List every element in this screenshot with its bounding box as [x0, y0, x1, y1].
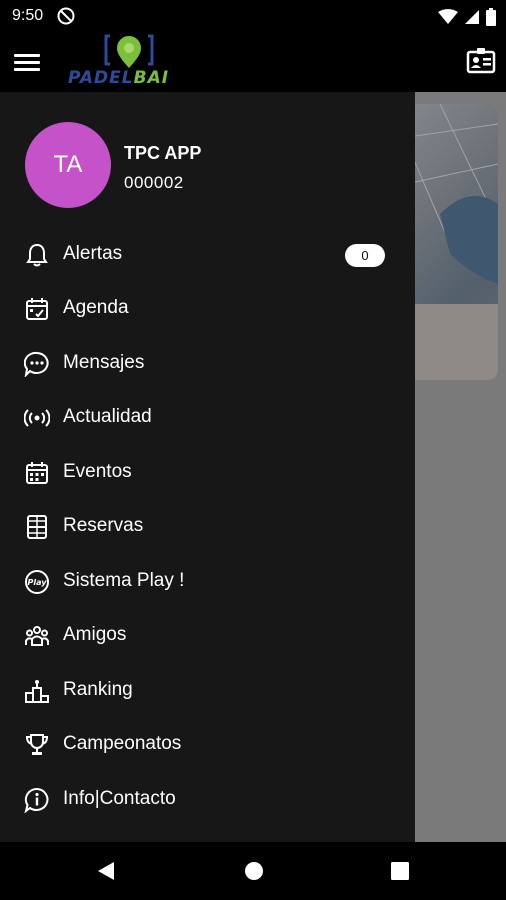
chat-bubble-icon	[24, 351, 49, 377]
status-bar: 9:50	[0, 0, 506, 34]
menu-item-info-contacto[interactable]: Info|Contacto	[0, 775, 415, 825]
calendar-grid-icon	[26, 462, 48, 484]
trophy-icon	[25, 734, 49, 755]
menu-item-label: Eventos	[63, 461, 132, 482]
avatar[interactable]: TA	[25, 122, 111, 208]
menu-item-ranking[interactable]: Ranking	[0, 666, 415, 716]
calendar-check-icon	[26, 298, 48, 320]
user-id: 000002	[124, 173, 184, 192]
menu-item-label: Campeonatos	[63, 733, 182, 754]
logo-text-accent: BAI	[133, 68, 170, 88]
menu-item-sistema-play[interactable]: Play Sistema Play !	[0, 557, 415, 607]
do-not-disturb-icon	[57, 7, 75, 25]
group-icon	[25, 626, 49, 646]
alerts-count-badge: 0	[345, 244, 385, 267]
court-icon	[27, 515, 47, 539]
cellular-icon	[465, 10, 479, 24]
avatar-initials: TA	[53, 151, 83, 178]
bell-icon	[26, 243, 48, 267]
broadcast-icon	[24, 409, 50, 427]
menu-item-label: Info|Contacto	[63, 788, 176, 809]
status-icons	[438, 7, 496, 27]
menu-item-label: Alertas	[63, 243, 123, 264]
logo-text: PADELBAI	[68, 68, 169, 88]
hamburger-menu-icon[interactable]	[12, 48, 42, 76]
podium-icon	[25, 680, 49, 703]
menu-item-label: Reservas	[63, 515, 144, 536]
menu-item-label: Actualidad	[63, 406, 152, 427]
home-circle-icon[interactable]	[244, 861, 264, 881]
system-navigation-bar	[0, 842, 506, 900]
menu-item-alertas[interactable]: Alertas 0	[0, 230, 415, 280]
menu-item-reservas[interactable]: Reservas	[0, 502, 415, 552]
play-badge-icon: Play	[25, 570, 49, 594]
menu-item-agenda[interactable]: Agenda	[0, 284, 415, 334]
info-icon	[24, 787, 49, 813]
location-pin-icon	[104, 34, 154, 68]
status-time: 9:50	[12, 7, 44, 24]
menu-item-mensajes[interactable]: Mensajes	[0, 339, 415, 389]
padelbai-logo: PADELBAI	[62, 34, 212, 92]
menu-item-label: Amigos	[63, 624, 127, 645]
menu-item-campeonatos[interactable]: Campeonatos	[0, 720, 415, 770]
play-badge-text: Play	[28, 578, 48, 587]
menu-item-label: Ranking	[63, 679, 133, 700]
id-card-icon[interactable]	[466, 46, 496, 76]
user-name: TPC APP	[124, 143, 202, 163]
battery-icon	[486, 8, 496, 26]
menu-item-label: Sistema Play !	[63, 570, 185, 591]
recents-square-icon[interactable]	[390, 861, 410, 881]
app-bar: PADELBAI	[0, 34, 506, 92]
logo-text-main: PADEL	[68, 68, 134, 88]
back-triangle-icon[interactable]	[96, 861, 116, 881]
wifi-icon	[438, 9, 458, 24]
menu-item-label: Mensajes	[63, 352, 145, 373]
menu-item-eventos[interactable]: Eventos	[0, 448, 415, 498]
menu-item-amigos[interactable]: Amigos	[0, 611, 415, 661]
menu-item-actualidad[interactable]: Actualidad	[0, 393, 415, 443]
menu-item-label: Agenda	[63, 297, 129, 318]
